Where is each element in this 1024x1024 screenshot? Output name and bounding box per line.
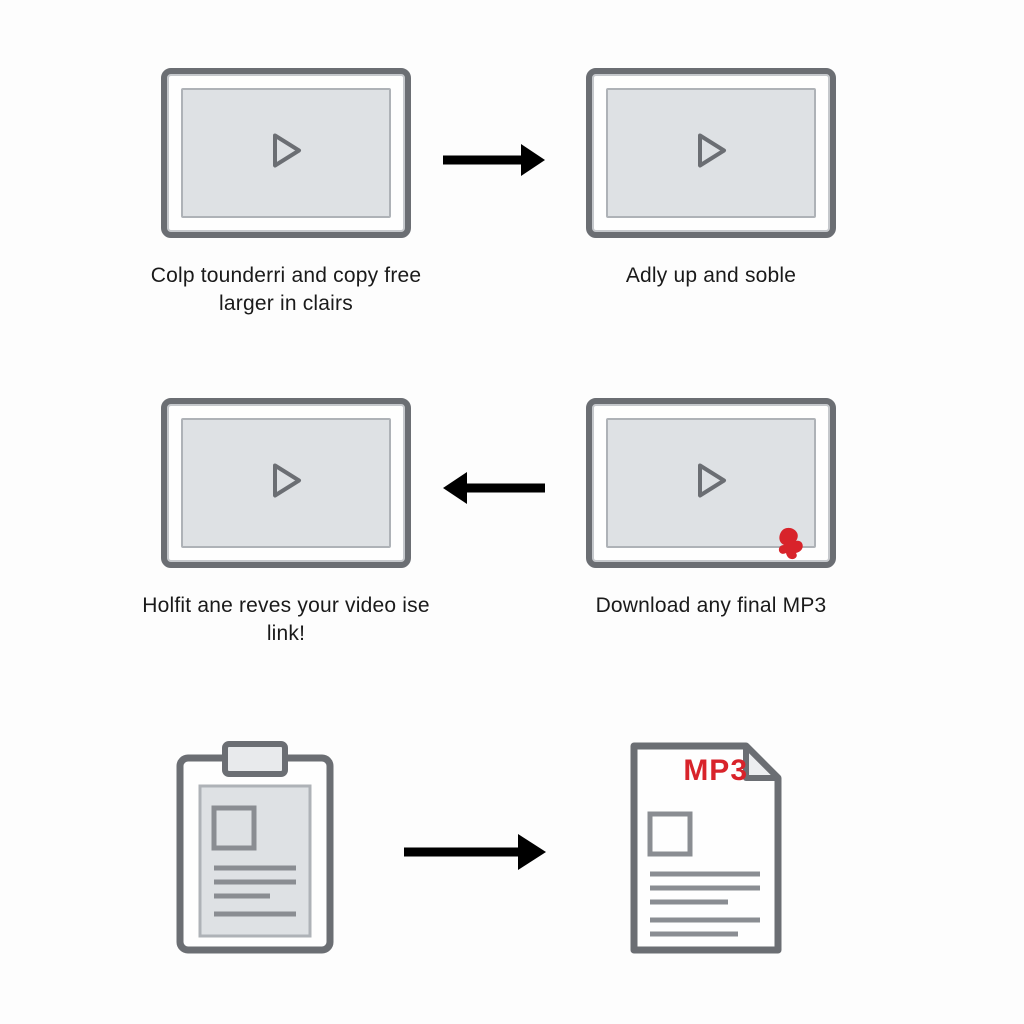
video-thumbnail-icon [586, 68, 836, 238]
step-1-caption: Colp tounderri and copy free larger in c… [136, 262, 436, 319]
arrow-left-icon [439, 468, 549, 513]
play-icon [267, 462, 305, 505]
step-3: Holfit ane reves your video ise link! [136, 398, 436, 649]
step-3-caption: Holfit ane reves your video ise link! [136, 592, 436, 649]
video-thumbnail-icon [161, 68, 411, 238]
step-2-caption: Adly up and soble [626, 262, 796, 290]
step-4-caption: Download any final MP3 [596, 592, 827, 620]
step-2: Adly up and soble [586, 68, 836, 290]
video-thumbnail-icon [161, 398, 411, 568]
play-icon [267, 132, 305, 175]
mp3-file-step: MP3 [620, 740, 790, 958]
diagram-canvas: Colp tounderri and copy free larger in c… [0, 0, 1024, 1024]
mp3-label: MP3 [683, 754, 748, 788]
step-4: Download any final MP3 [586, 398, 836, 620]
clipboard-step [170, 740, 340, 958]
video-thumbnail-icon [586, 398, 836, 568]
mp3-file-icon: MP3 [620, 740, 790, 958]
clipboard-icon [170, 740, 340, 958]
play-icon [692, 132, 730, 175]
arrow-right-icon [439, 140, 549, 185]
red-accent-icon [772, 523, 812, 568]
step-1: Colp tounderri and copy free larger in c… [136, 68, 436, 319]
arrow-right-icon [400, 830, 550, 879]
play-icon [692, 462, 730, 505]
